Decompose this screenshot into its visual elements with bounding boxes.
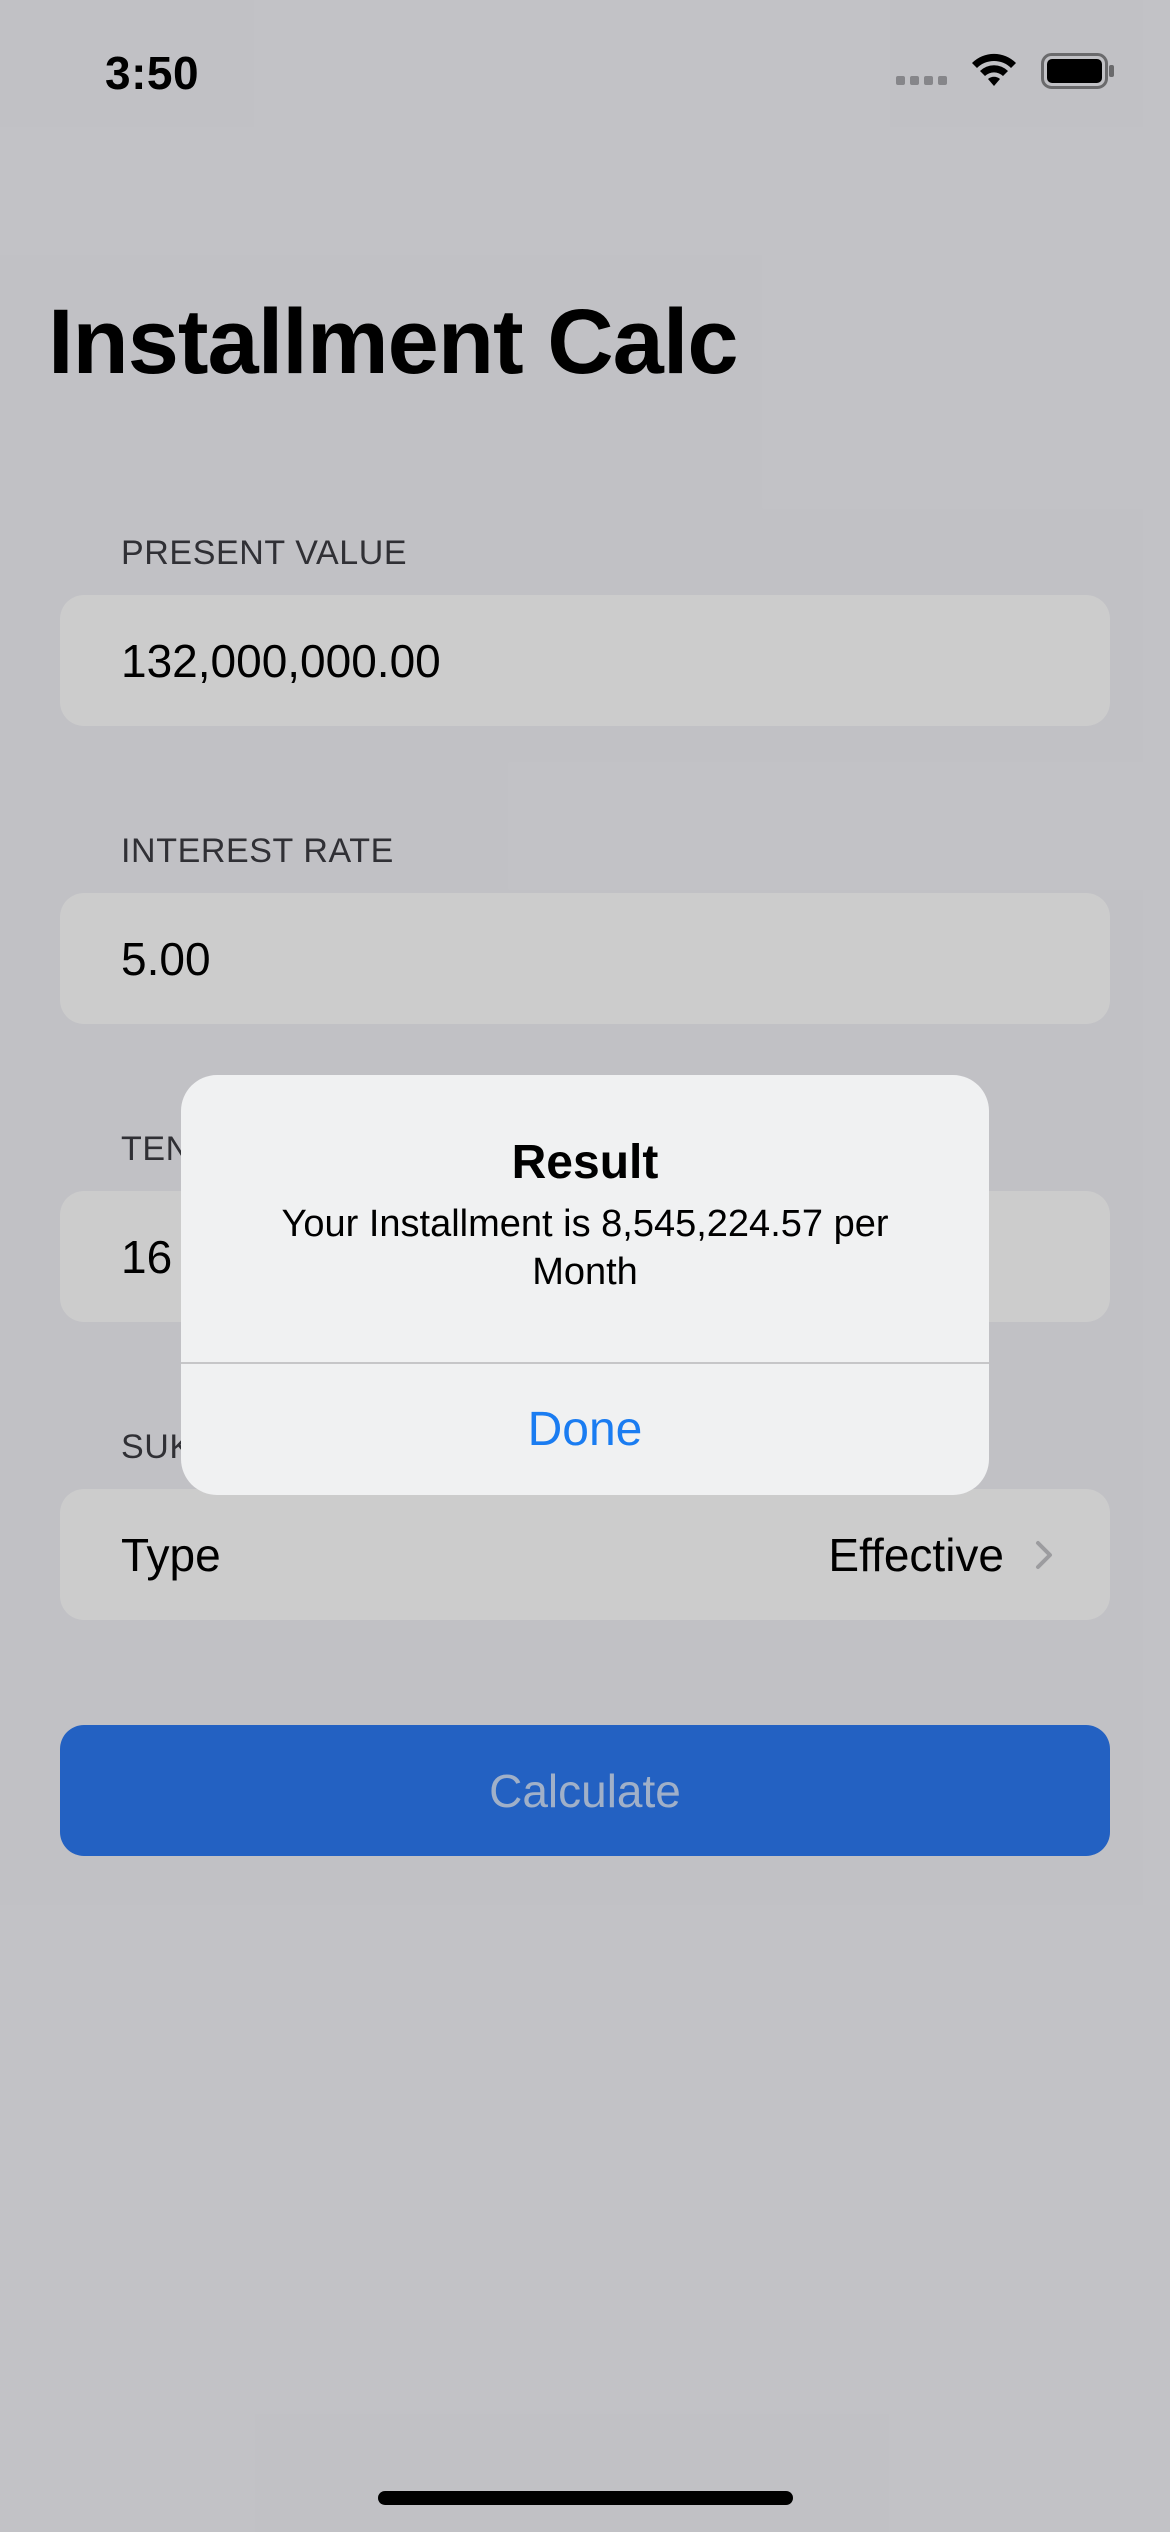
home-indicator — [378, 2491, 793, 2505]
result-alert: Result Your Installment is 8,545,224.57 … — [181, 1075, 989, 1495]
alert-title: Result — [511, 1136, 659, 1189]
done-button[interactable]: Done — [181, 1364, 989, 1495]
alert-message: Your Installment is 8,545,224.57 per Mon… — [281, 1203, 889, 1293]
